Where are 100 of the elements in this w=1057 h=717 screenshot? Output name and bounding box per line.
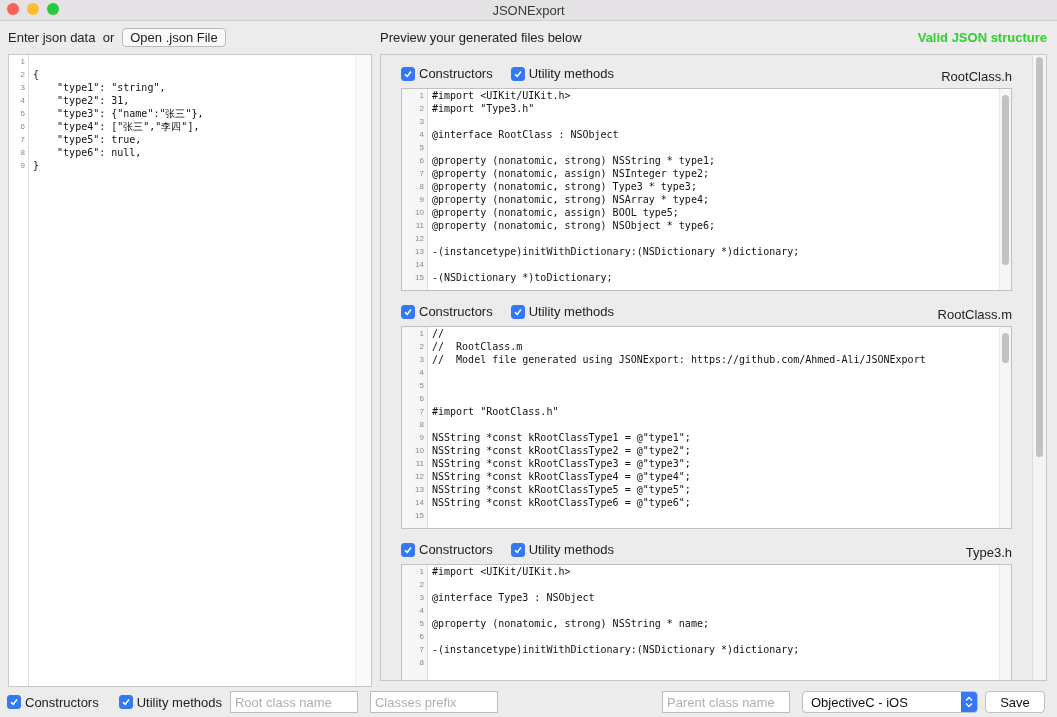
file-name: Type3.h (965, 544, 1012, 560)
code-line: @property (nonatomic, assign) BOOL type5; (432, 206, 680, 219)
code-line: #import <UIKit/UIKit.h> (432, 89, 572, 102)
line-number: 5 (20, 108, 25, 120)
line-number: 13 (415, 484, 424, 496)
scrollbar-track[interactable] (355, 55, 371, 686)
checkmark-icon (512, 68, 523, 79)
checkmark-icon (403, 68, 413, 79)
code-line: } (33, 159, 41, 172)
checkmark-icon (403, 306, 413, 317)
line-number: 9 (419, 432, 424, 444)
line-number: 4 (419, 129, 424, 141)
json-editor[interactable]: 1 2 3 4 5 6 7 8 9 { "type1": "string", "type2": 31, "type3": {"name":"张三"}, "type4": ["张三","李四"], "type5": true, "type6": null, } (8, 54, 372, 687)
code-line: @property (nonatomic, strong) Type3 * type3; (432, 180, 698, 193)
code-line: @property (nonatomic, assign) NSInteger type2; (432, 167, 710, 180)
scrollbar-thumb[interactable] (1002, 333, 1009, 363)
checkbox[interactable]: Utility methods (510, 542, 614, 557)
line-number: 14 (415, 497, 424, 509)
code-line: NSString *const kRootClassType2 = @"type2"; (432, 444, 692, 457)
line-number: 6 (419, 631, 424, 643)
line-number: 10 (415, 445, 424, 457)
prefix-field[interactable]: Classes prefix (369, 691, 498, 713)
checkmark-icon (120, 697, 131, 707)
code-line: NSString *const kRootClassType5 = @"type5"; (432, 483, 692, 496)
line-number: 8 (419, 419, 424, 431)
scrollbar-track[interactable] (1032, 55, 1046, 680)
checkmark-icon (512, 306, 523, 317)
checkbox[interactable]: Utility methods (510, 66, 614, 81)
checkmark-icon (403, 544, 413, 555)
checkmark-icon (512, 544, 523, 555)
language-select[interactable]: ObjectiveC - iOS (802, 691, 978, 713)
code-line: NSString *const kRootClassType6 = @"type6"; (432, 496, 692, 509)
checkbox[interactable]: Constructors (401, 542, 493, 557)
code-line: #import "Type3.h" (432, 102, 536, 115)
preview-heading: Preview your generated files below (380, 30, 582, 45)
checkbox[interactable]: Utility methods (118, 694, 222, 710)
line-number: 10 (415, 207, 424, 219)
line-number: 6 (419, 393, 424, 405)
scrollbar-thumb[interactable] (1036, 57, 1043, 457)
line-number: 7 (419, 406, 424, 418)
code-line: // (432, 327, 446, 340)
code-line: -(NSDictionary *)toDictionary; (432, 271, 614, 284)
code-line: NSString *const kRootClassType4 = @"type4"; (432, 470, 692, 483)
line-number: 2 (419, 103, 424, 115)
line-number: 5 (419, 142, 424, 154)
zoom-icon[interactable] (47, 3, 59, 15)
checkmark-icon (9, 697, 19, 707)
scrollbar-thumb[interactable] (1002, 95, 1009, 265)
line-number: 5 (419, 618, 424, 630)
line-number: 12 (415, 471, 424, 483)
code-line: "type2": 31, (56, 94, 131, 107)
code-line: // RootClass.m (432, 340, 524, 353)
checkbox[interactable]: Utility methods (510, 304, 614, 319)
checkbox[interactable]: Constructors (401, 66, 493, 81)
code-line: @property (nonatomic, strong) NSObject * type6; (432, 219, 716, 232)
scrollbar-track[interactable] (999, 89, 1011, 290)
scrollbar-track[interactable] (999, 327, 1011, 528)
line-number: 11 (415, 220, 424, 232)
line-number: 7 (419, 168, 424, 180)
line-number: 4 (419, 367, 424, 379)
close-icon[interactable] (7, 3, 19, 15)
code-line: NSString *const kRootClassType3 = @"type3"; (432, 457, 692, 470)
line-number: 3 (419, 354, 424, 366)
code-line: @property (nonatomic, strong) NSString * type1; (432, 154, 716, 167)
parent-class-field[interactable]: Parent class name (662, 691, 790, 713)
line-number: 1 (20, 56, 25, 68)
line-number: 4 (419, 605, 424, 617)
line-number: 15 (415, 272, 424, 284)
line-number: 11 (415, 458, 424, 470)
code-line: @interface RootClass : NSObject (432, 128, 620, 141)
line-number: 4 (20, 95, 25, 107)
line-number: 8 (20, 147, 25, 159)
line-number: 3 (20, 82, 25, 94)
open-file-button[interactable]: Open .json File (122, 28, 226, 47)
window-title: JSONExport (492, 2, 565, 18)
line-number: 8 (419, 657, 424, 669)
code-line: #import <UIKit/UIKit.h> (432, 565, 572, 578)
code-line: -(instancetype)initWithDictionary:(NSDictionary *)dictionary; (432, 643, 801, 656)
code-line: "type6": null, (56, 146, 143, 159)
line-number: 9 (20, 160, 25, 172)
save-button[interactable]: Save (985, 691, 1045, 713)
checkbox[interactable]: Constructors (7, 694, 99, 710)
minimize-icon[interactable] (27, 3, 39, 15)
code-line: // Model file generated using JSONExport: https://github.com/Ahmed-Ali/JSONExport (432, 353, 927, 366)
file-name: RootClass.m (937, 306, 1012, 322)
line-number: 12 (415, 233, 424, 245)
code-line: "type5": true, (56, 133, 143, 146)
line-number: 3 (419, 116, 424, 128)
line-number: 9 (419, 194, 424, 206)
line-number: 1 (419, 90, 424, 102)
line-number: 3 (419, 592, 424, 604)
input-label: Enter json data or (8, 30, 115, 45)
code-line: @property (nonatomic, strong) NSArray * type4; (432, 193, 710, 206)
line-number: 2 (20, 69, 25, 81)
code-line: @property (nonatomic, strong) NSString * name; (432, 617, 710, 630)
root-class-field[interactable]: Root class name (229, 691, 358, 713)
checkbox[interactable]: Constructors (401, 304, 493, 319)
code-line: "type3": {"name":"张三"}, (56, 107, 205, 120)
line-number: 8 (419, 181, 424, 193)
line-number: 5 (419, 380, 424, 392)
